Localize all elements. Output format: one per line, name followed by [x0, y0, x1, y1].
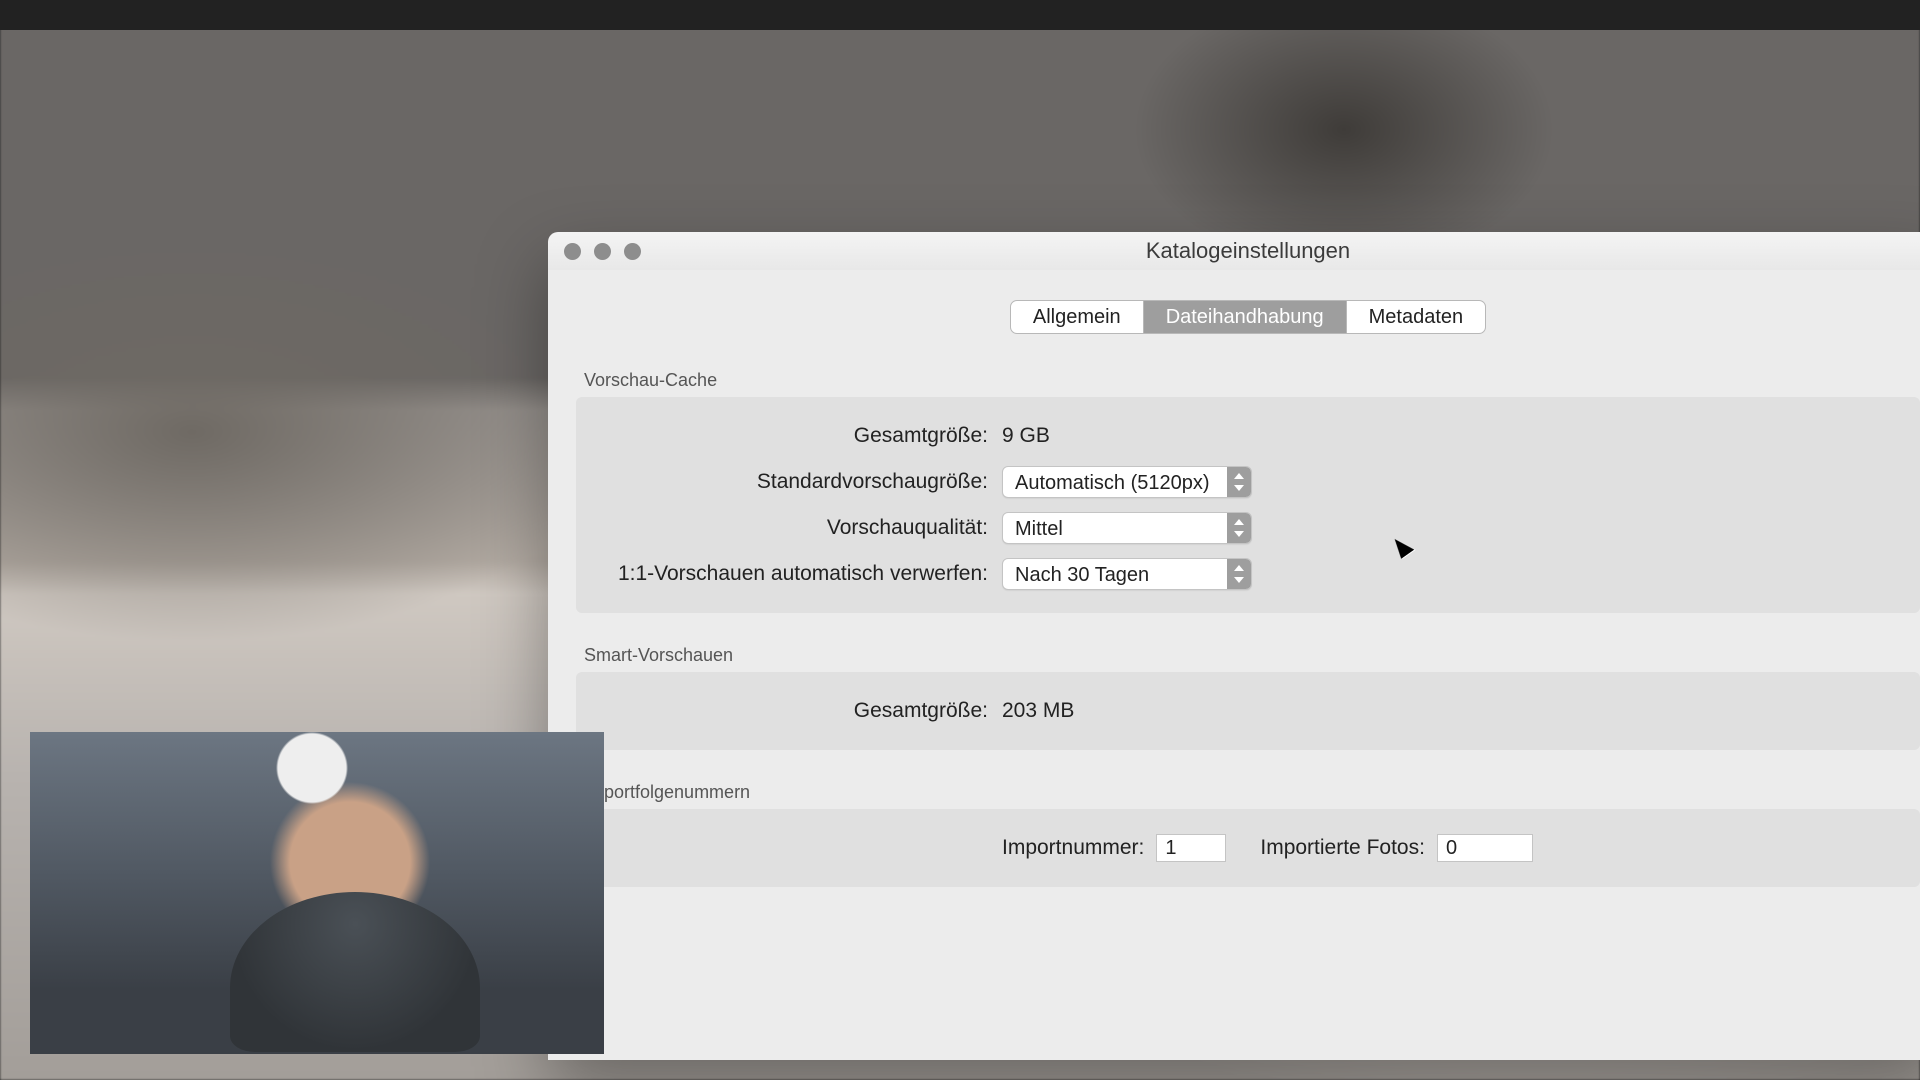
select-preview-quality[interactable]: Mittel [1002, 512, 1252, 544]
section-smart-previews: Gesamtgröße: 203 MB [576, 672, 1920, 750]
window-title: Katalogeinstellungen [548, 238, 1920, 264]
app-top-bar [0, 0, 1920, 30]
value-total-size: 9 GB [1002, 424, 1050, 448]
row-default-preview-size: Standardvorschaugröße: Automatisch (5120… [598, 459, 1898, 505]
label-discard-1-1: 1:1-Vorschauen automatisch verwerfen: [598, 562, 1002, 586]
label-imported-photos: Importierte Fotos: [1260, 836, 1425, 860]
webcam-picture-in-picture [30, 732, 604, 1054]
select-value: Automatisch (5120px) [1015, 472, 1210, 494]
settings-panel: Vorschau-Cache Gesamtgröße: 9 GB Standar… [576, 370, 1920, 887]
window-traffic-lights [564, 243, 641, 260]
label-total-size: Gesamtgröße: [598, 424, 1002, 448]
stepper-icon [1227, 559, 1251, 589]
section-label-smart-previews: Smart-Vorschauen [576, 645, 1920, 672]
select-value: Mittel [1015, 518, 1063, 540]
close-icon[interactable] [564, 243, 581, 260]
label-smart-total-size: Gesamtgröße: [598, 699, 1002, 723]
window-body: Allgemein Dateihandhabung Metadaten Vors… [548, 270, 1920, 1060]
tab-general[interactable]: Allgemein [1011, 301, 1144, 333]
label-preview-quality: Vorschauqualität: [598, 516, 1002, 540]
tab-bar: Allgemein Dateihandhabung Metadaten [548, 300, 1920, 334]
section-label-preview-cache: Vorschau-Cache [576, 370, 1920, 397]
select-discard-1-1[interactable]: Nach 30 Tagen [1002, 558, 1252, 590]
row-total-size: Gesamtgröße: 9 GB [598, 413, 1898, 459]
stepper-icon [1227, 467, 1251, 497]
select-value: Nach 30 Tagen [1015, 564, 1149, 586]
select-default-preview-size[interactable]: Automatisch (5120px) [1002, 466, 1252, 498]
tab-metadata[interactable]: Metadaten [1347, 301, 1486, 333]
stepper-icon [1227, 513, 1251, 543]
row-preview-quality: Vorschauqualität: Mittel [598, 505, 1898, 551]
section-import-numbers: Importnummer: Importierte Fotos: [576, 809, 1920, 887]
value-smart-total-size: 203 MB [1002, 699, 1074, 723]
row-discard-1-1: 1:1-Vorschauen automatisch verwerfen: Na… [598, 551, 1898, 597]
input-imported-photos[interactable] [1437, 834, 1533, 862]
tab-filehandling[interactable]: Dateihandhabung [1144, 301, 1347, 333]
window-titlebar[interactable]: Katalogeinstellungen [548, 232, 1920, 270]
section-label-import-numbers: Importfolgenummern [576, 782, 1920, 809]
catalog-settings-window: Katalogeinstellungen Allgemein Dateihand… [548, 232, 1920, 1060]
row-import-numbers: Importnummer: Importierte Fotos: [598, 825, 1898, 871]
label-default-preview-size: Standardvorschaugröße: [598, 470, 1002, 494]
input-import-number[interactable] [1156, 834, 1226, 862]
pair-imported-photos: Importierte Fotos: [1260, 834, 1533, 862]
zoom-icon[interactable] [624, 243, 641, 260]
label-import-number: Importnummer: [1002, 836, 1144, 860]
minimize-icon[interactable] [594, 243, 611, 260]
pair-import-number: Importnummer: [1002, 834, 1226, 862]
section-preview-cache: Gesamtgröße: 9 GB Standardvorschaugröße:… [576, 397, 1920, 613]
row-smart-total-size: Gesamtgröße: 203 MB [598, 688, 1898, 734]
tab-segmented-control: Allgemein Dateihandhabung Metadaten [1010, 300, 1486, 334]
